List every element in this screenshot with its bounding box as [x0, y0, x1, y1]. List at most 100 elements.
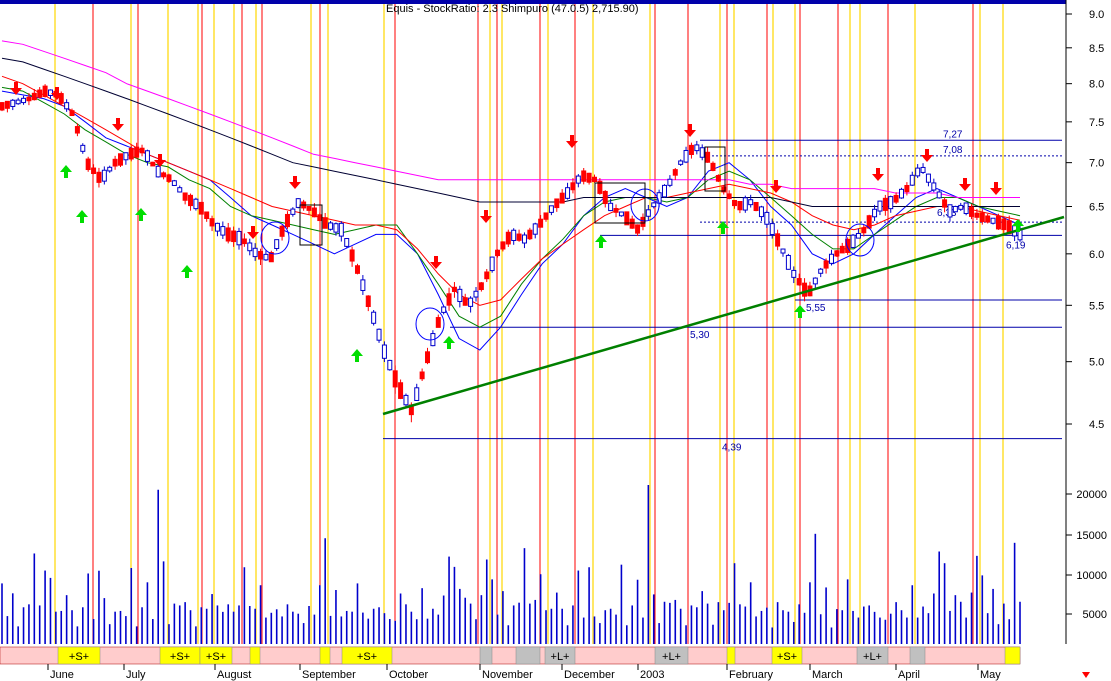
candle-body	[462, 297, 468, 306]
candle-body	[737, 201, 743, 211]
price-tick-label: 7.5	[1089, 117, 1104, 129]
candle-body	[484, 271, 490, 280]
sell-arrow-icon	[921, 149, 933, 162]
candle-body	[613, 208, 619, 213]
arrow-shaft	[721, 228, 725, 234]
arrow-shaft	[484, 210, 488, 216]
candle-body	[188, 194, 194, 207]
candle-body	[290, 208, 296, 215]
candle-body	[758, 206, 764, 218]
candle-body	[565, 187, 571, 199]
candle-body	[726, 193, 732, 199]
arrow-head	[990, 188, 1002, 195]
candle-body	[732, 199, 738, 207]
arrow-head	[135, 208, 147, 215]
candle-body	[247, 242, 253, 252]
level-label: 4,39	[722, 443, 742, 454]
month-label: March	[812, 669, 843, 681]
candle-body	[0, 102, 5, 111]
sell-arrow-icon	[247, 226, 259, 239]
candle-body	[112, 158, 118, 167]
candle-body	[861, 227, 867, 234]
candle-body	[505, 231, 511, 245]
band-label: +L+	[662, 651, 681, 663]
candle-body	[144, 150, 150, 162]
candle-body	[635, 224, 641, 234]
candle-body	[349, 249, 355, 262]
candle-body	[231, 230, 237, 243]
candle-body	[42, 85, 48, 97]
candle-body	[371, 311, 377, 324]
candle-body	[511, 229, 517, 241]
level-label: 7,27	[943, 129, 963, 140]
month-label: May	[980, 669, 1001, 681]
arrow-shaft	[116, 118, 120, 124]
candle-body	[166, 174, 172, 182]
candle-body	[775, 233, 781, 247]
arrow-shaft	[434, 256, 438, 262]
candle-body	[338, 222, 344, 237]
candle-body	[699, 147, 705, 158]
candle-body	[328, 222, 334, 230]
candle-body	[344, 238, 350, 247]
buy-arrow-icon	[351, 349, 363, 362]
candle-body	[392, 370, 398, 388]
candle-body	[683, 149, 689, 163]
sell-arrow-icon	[684, 124, 696, 137]
candle-body	[69, 110, 75, 117]
arrow-shaft	[64, 172, 68, 178]
buy-arrow-icon	[76, 210, 88, 223]
arrow-shaft	[599, 242, 603, 248]
candle-body	[710, 162, 716, 171]
candle-body	[947, 204, 953, 218]
arrow-head	[921, 155, 933, 162]
candle-body	[500, 241, 506, 250]
candle-body	[473, 290, 479, 298]
month-label: November	[482, 669, 533, 681]
sell-arrow-icon	[112, 118, 124, 131]
candle-body	[139, 147, 145, 154]
candle-body	[985, 215, 991, 223]
band-label: +S+	[357, 651, 377, 663]
candle-body	[855, 232, 861, 239]
sell-arrow-icon	[770, 180, 782, 193]
arrow-shaft	[876, 168, 880, 174]
candle-body	[403, 394, 409, 406]
stock-chart: 7,277,086,336,195,555,304,39 9.08.58.07.…	[0, 0, 1107, 681]
month-label: October	[389, 669, 428, 681]
level-label: 7,08	[943, 145, 963, 156]
axis-ticks: 9.0 8.5 8.0 7.5 7.0 6.5 6.0 5.5 5.0 4.5 20000 15000…	[1066, 9, 1107, 621]
price-tick-label: 8.5	[1089, 43, 1104, 55]
price-tick-label: 4.5	[1089, 419, 1104, 431]
candle-body	[818, 268, 824, 274]
candle-body	[925, 173, 931, 183]
candle-body	[764, 211, 770, 225]
candle-body	[311, 207, 317, 218]
sell-arrow-icon	[872, 168, 884, 181]
signal-arrows	[10, 82, 1024, 362]
band-label: +L+	[863, 651, 882, 663]
candle-body	[516, 233, 522, 241]
month-label: February	[729, 669, 774, 681]
level-label: 6,19	[1006, 240, 1026, 251]
candle-body	[21, 97, 27, 104]
candle-body	[37, 89, 43, 98]
candle-body	[586, 172, 592, 183]
candle-body	[662, 184, 668, 198]
sell-arrow-icon	[959, 178, 971, 191]
arrow-shaft	[158, 154, 162, 160]
arrow-head	[770, 186, 782, 193]
candle-body	[543, 212, 549, 220]
candle-body	[834, 250, 840, 257]
candle-body	[74, 126, 80, 134]
candle-body	[899, 188, 905, 199]
candle-body	[990, 217, 996, 224]
moving-average-line	[1, 75, 1021, 306]
buy-arrow-icon	[60, 165, 72, 178]
sell-arrow-icon	[154, 154, 166, 167]
month-label: September	[302, 669, 356, 681]
scroll-down-arrow-icon	[1082, 672, 1090, 678]
candle-body	[920, 166, 926, 173]
arrow-head	[76, 210, 88, 217]
arrow-shaft	[925, 149, 929, 155]
